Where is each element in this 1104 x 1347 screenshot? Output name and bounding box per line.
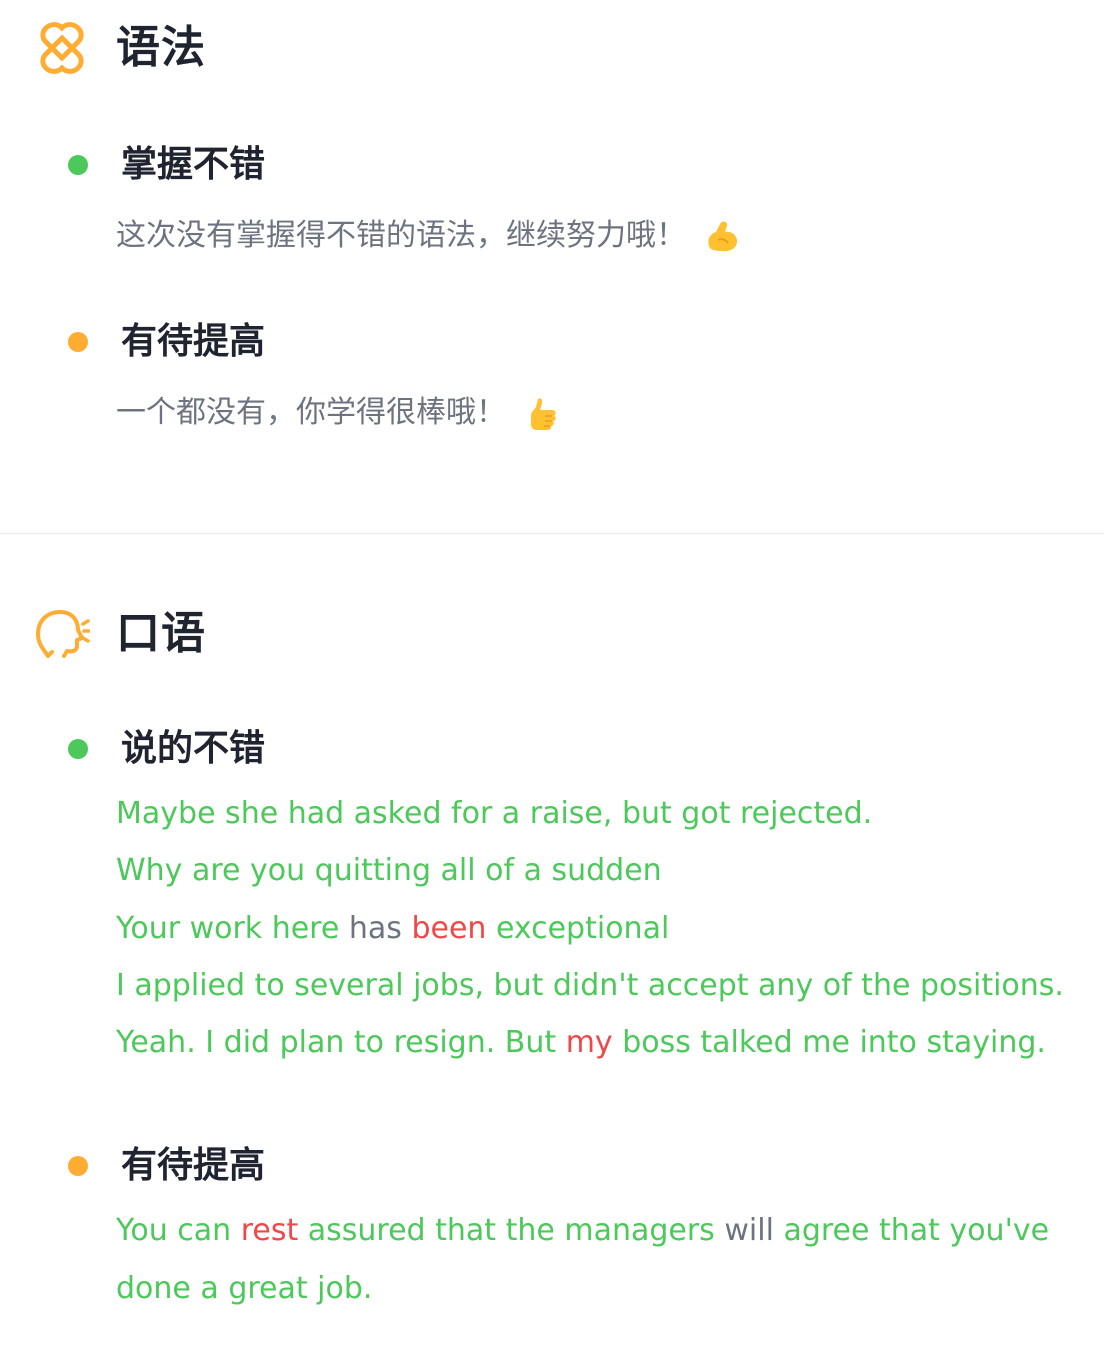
grammar-improve-text: 一个都没有，你学得很棒哦！ [116, 395, 506, 430]
speaking-head-icon [36, 610, 90, 658]
correct-word: boss talked me into staying. [622, 1025, 1046, 1061]
speaking-title: 口语 [116, 608, 206, 659]
neutral-word: has [348, 910, 412, 946]
sentence-line: Your work here has been exceptional [116, 900, 1064, 957]
speaking-improve-title: 有待提高 [121, 1145, 266, 1186]
speaking-header: 口语 [34, 606, 206, 662]
grammar-good-header: 掌握不错 [68, 140, 740, 190]
grammar-header: 语法 [34, 20, 206, 76]
correct-word: Why are you quitting all of a sudden [116, 853, 662, 889]
section-divider [0, 533, 1104, 534]
speaking-good-title: 说的不错 [121, 728, 266, 769]
grammar-improve-block: 有待提高 一个都没有，你学得很棒哦！ [68, 317, 560, 433]
green-dot-icon [68, 155, 88, 175]
speaking-improve-header: 有待提高 [68, 1141, 1056, 1191]
grammar-good-text: 这次没有掌握得不错的语法，继续努力哦！ [116, 218, 686, 253]
correct-word: Maybe she had asked for a raise, but got… [116, 796, 873, 831]
error-word: my [565, 1025, 623, 1061]
grammar-good-block: 掌握不错 这次没有掌握得不错的语法，继续努力哦！ [68, 140, 740, 256]
correct-word: Your work here [116, 910, 349, 946]
grammar-improve-title: 有待提高 [121, 321, 266, 362]
speaking-improve-block: 有待提高 You can rest assured that the manag… [68, 1141, 1056, 1317]
sentence-line: Yeah. I did plan to resign. But my boss … [116, 1014, 1064, 1071]
thumbs-up-icon [531, 398, 556, 430]
flexed-biceps-icon [708, 221, 738, 252]
sentence-line: Why are you quitting all of a sudden [116, 842, 1064, 899]
speaking-good-header: 说的不错 [68, 724, 1064, 774]
correct-word: exceptional [495, 910, 670, 946]
correct-word: You can [116, 1213, 241, 1248]
green-dot-icon [68, 739, 88, 759]
grammar-improve-header: 有待提高 [68, 317, 560, 367]
grammar-improve-text-row: 一个都没有，你学得很棒哦！ [116, 393, 560, 433]
error-word: rest [240, 1213, 308, 1248]
error-word: been [411, 910, 496, 946]
grammar-good-text-row: 这次没有掌握得不错的语法，继续努力哦！ [116, 216, 740, 256]
neutral-word: will [724, 1213, 784, 1248]
grammar-good-title: 掌握不错 [121, 144, 266, 185]
speaking-good-sentences: Maybe she had asked for a raise, but got… [68, 785, 1064, 1071]
grammar-title: 语法 [116, 22, 206, 73]
correct-word: Yeah. I did plan to resign. But [116, 1025, 566, 1061]
correct-word: assured that the managers [307, 1213, 725, 1248]
grammar-knot-icon [40, 22, 84, 74]
sentence-line: I applied to several jobs, but didn't ac… [116, 957, 1064, 1014]
sentence-line: Maybe she had asked for a raise, but got… [116, 785, 1064, 842]
orange-dot-icon [68, 332, 88, 352]
speaking-good-block: 说的不错 Maybe she had asked for a raise, bu… [68, 724, 1064, 1071]
sentence-line: You can rest assured that the managers w… [116, 1202, 1056, 1317]
speaking-improve-sentences: You can rest assured that the managers w… [68, 1202, 1056, 1317]
orange-dot-icon [68, 1156, 88, 1176]
correct-word: I applied to several jobs, but didn't ac… [116, 967, 1064, 1003]
